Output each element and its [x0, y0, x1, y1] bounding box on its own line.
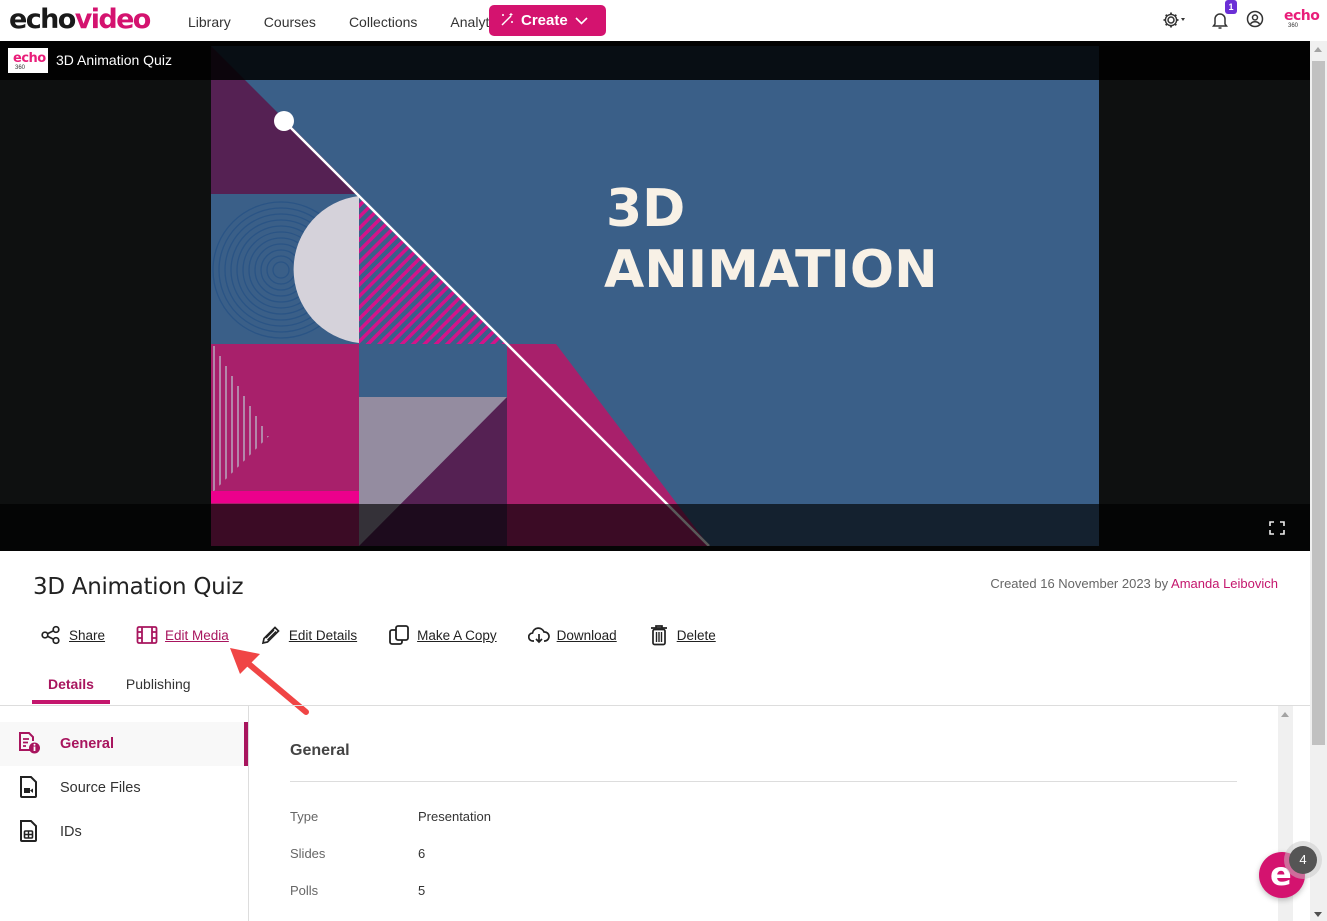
create-label: Create	[521, 12, 568, 29]
notification-badge: 1	[1225, 0, 1237, 14]
sidebar-item-source-files[interactable]: Source Files	[0, 766, 248, 810]
panel-scroll-up-arrow[interactable]	[1281, 712, 1289, 717]
share-button[interactable]: Share	[40, 624, 105, 646]
document-info-icon	[17, 731, 41, 757]
detail-tabs: Details Publishing	[32, 676, 207, 704]
tab-publishing[interactable]: Publishing	[110, 676, 207, 704]
copy-icon	[388, 624, 410, 646]
fullscreen-button[interactable]	[1269, 521, 1285, 535]
general-panel: General Type Presentation Slides 6 Polls…	[250, 706, 1278, 921]
section-divider	[290, 781, 1237, 782]
fullscreen-icon	[1269, 521, 1285, 535]
nav-courses[interactable]: Courses	[264, 14, 316, 30]
page-scrollbar[interactable]	[1310, 41, 1327, 921]
created-date-text: Created 16 November 2023 by	[990, 576, 1172, 591]
section-heading: General	[290, 742, 350, 759]
field-value: 6	[418, 846, 426, 861]
chevron-down-icon	[575, 12, 588, 29]
nav-library[interactable]: Library	[188, 14, 231, 30]
cloud-download-icon	[527, 624, 550, 646]
scroll-up-arrow[interactable]	[1314, 47, 1322, 52]
user-circle-icon	[1246, 10, 1264, 28]
top-navigation: echovideo Library Courses Collections An…	[0, 0, 1327, 41]
settings-menu-button[interactable]	[1162, 10, 1185, 30]
download-button[interactable]: Download	[527, 624, 617, 646]
player-echo360-logo: echo 360	[8, 48, 48, 73]
make-copy-label: Make A Copy	[417, 627, 497, 643]
field-value: Presentation	[418, 809, 491, 824]
field-label: Type	[290, 809, 319, 824]
logo-echo-text: echo	[9, 4, 76, 35]
page-scrollbar-thumb[interactable]	[1312, 61, 1325, 745]
pencil-icon	[260, 624, 282, 646]
share-label: Share	[69, 627, 106, 643]
created-info: Created 16 November 2023 by Amanda Leibo…	[990, 576, 1278, 591]
delete-label: Delete	[676, 627, 716, 643]
player-controls-bar	[0, 504, 1310, 551]
logo-video-text: video	[74, 4, 152, 35]
sidebar-label-general: General	[60, 736, 114, 752]
share-icon	[40, 624, 62, 646]
echo360-logo[interactable]: echo 360	[1284, 8, 1320, 29]
download-label: Download	[556, 627, 617, 643]
user-account-button[interactable]	[1246, 10, 1266, 30]
edit-details-button[interactable]: Edit Details	[260, 624, 357, 646]
player-title-bar: echo 360 3D Animation Quiz	[0, 41, 1310, 80]
details-sidebar: General Source Files IDs	[0, 706, 249, 921]
trash-icon	[648, 624, 670, 646]
nav-collections[interactable]: Collections	[349, 14, 417, 30]
file-grid-icon	[17, 819, 41, 845]
media-title: 3D Animation Quiz	[33, 574, 244, 600]
field-label: Polls	[290, 883, 319, 898]
echovideo-logo[interactable]: echovideo	[9, 3, 152, 37]
make-copy-button[interactable]: Make A Copy	[388, 624, 497, 646]
gear-icon	[1163, 12, 1185, 28]
sidebar-label-source-files: Source Files	[60, 780, 141, 796]
echo360-logo-text: echo	[1284, 8, 1320, 24]
edit-media-button[interactable]: Edit Media	[136, 624, 229, 646]
edit-media-label: Edit Media	[165, 627, 229, 643]
media-actions: Share Edit Media Edit Details Make A Cop…	[40, 624, 747, 646]
file-video-icon	[17, 775, 41, 801]
slide-title-line2: ANIMATION	[604, 240, 938, 300]
sidebar-item-ids[interactable]: IDs	[0, 810, 248, 854]
sidebar-label-ids: IDs	[60, 824, 82, 840]
nav-links: Library Courses Collections Analytics	[188, 14, 539, 30]
film-icon	[136, 624, 158, 646]
slide-image: 3D ANIMATION	[211, 46, 1099, 546]
delete-button[interactable]: Delete	[648, 624, 716, 646]
player-logo-text: echo	[13, 51, 46, 66]
tab-details[interactable]: Details	[32, 676, 110, 704]
magic-wand-icon	[500, 12, 515, 30]
field-label: Slides	[290, 846, 326, 861]
edit-details-label: Edit Details	[288, 627, 358, 643]
author-link[interactable]: Amanda Leibovich	[1171, 576, 1278, 591]
create-button[interactable]: Create	[489, 5, 606, 36]
scroll-down-arrow[interactable]	[1314, 912, 1322, 917]
media-player[interactable]: echo 360 3D Animation Quiz 3D ANIMATION	[0, 41, 1310, 551]
chat-badge: 4	[1289, 846, 1317, 874]
player-title: 3D Animation Quiz	[56, 52, 172, 68]
slide-title-line1: 3D	[606, 179, 685, 239]
sidebar-item-general[interactable]: General	[0, 722, 248, 766]
field-value: 5	[418, 883, 426, 898]
